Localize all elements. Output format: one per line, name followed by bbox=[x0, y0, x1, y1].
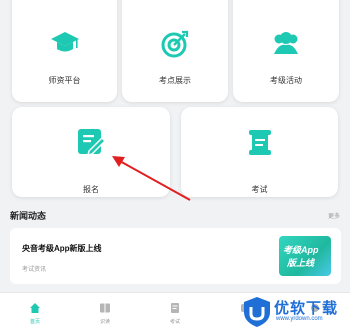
tab-study-label: 识读 bbox=[99, 319, 110, 325]
news-title: 央音考级App新版上线 bbox=[22, 244, 102, 253]
edit-form-icon bbox=[76, 127, 107, 162]
teacher-platform-label: 师资平台 bbox=[48, 76, 81, 85]
exam-card[interactable]: 考试 bbox=[181, 107, 338, 197]
tab-exam-label: 考试 bbox=[169, 319, 180, 325]
tab-home-label: 首页 bbox=[29, 319, 40, 325]
document-icon bbox=[169, 301, 181, 319]
news-category: 考试资讯 bbox=[22, 267, 47, 273]
tab-home[interactable]: 首页 bbox=[6, 293, 64, 329]
exam-label: 考试 bbox=[251, 185, 268, 194]
target-icon bbox=[161, 30, 189, 63]
watermark-brand: 优软下载 bbox=[274, 300, 339, 317]
news-item[interactable]: 央音考级App新版上线 考试资讯 考级App 版上线 bbox=[10, 228, 341, 284]
news-thumbnail: 考级App 版上线 bbox=[279, 236, 331, 276]
exam-points-card[interactable]: 考点展示 bbox=[122, 0, 228, 102]
tab-study[interactable]: 识读 bbox=[76, 293, 134, 329]
book-icon bbox=[99, 301, 111, 319]
svg-text:版上线: 版上线 bbox=[286, 258, 315, 268]
tab-exam[interactable]: 考试 bbox=[146, 293, 204, 329]
exam-points-label: 考点展示 bbox=[159, 76, 191, 85]
svg-text:考级App: 考级App bbox=[283, 245, 319, 255]
register-label: 报名 bbox=[83, 185, 99, 194]
teacher-platform-card[interactable]: 师资平台 bbox=[12, 0, 117, 102]
scroll-document-icon bbox=[245, 127, 275, 162]
news-section-title: 新闻动态 bbox=[10, 211, 47, 221]
watermark-url: www.yrdown.com bbox=[276, 316, 323, 322]
watermark: 优软下载 www.yrdown.com bbox=[240, 294, 350, 329]
more-news-link[interactable]: 更多 bbox=[328, 211, 340, 220]
home-icon bbox=[29, 301, 41, 319]
register-card[interactable]: 报名 bbox=[12, 107, 170, 197]
people-icon bbox=[271, 30, 301, 61]
grade-activities-card[interactable]: 考级活动 bbox=[233, 0, 339, 102]
shield-logo-icon bbox=[242, 296, 272, 329]
grade-activities-label: 考级活动 bbox=[270, 76, 302, 85]
graduation-cap-icon bbox=[50, 30, 80, 61]
